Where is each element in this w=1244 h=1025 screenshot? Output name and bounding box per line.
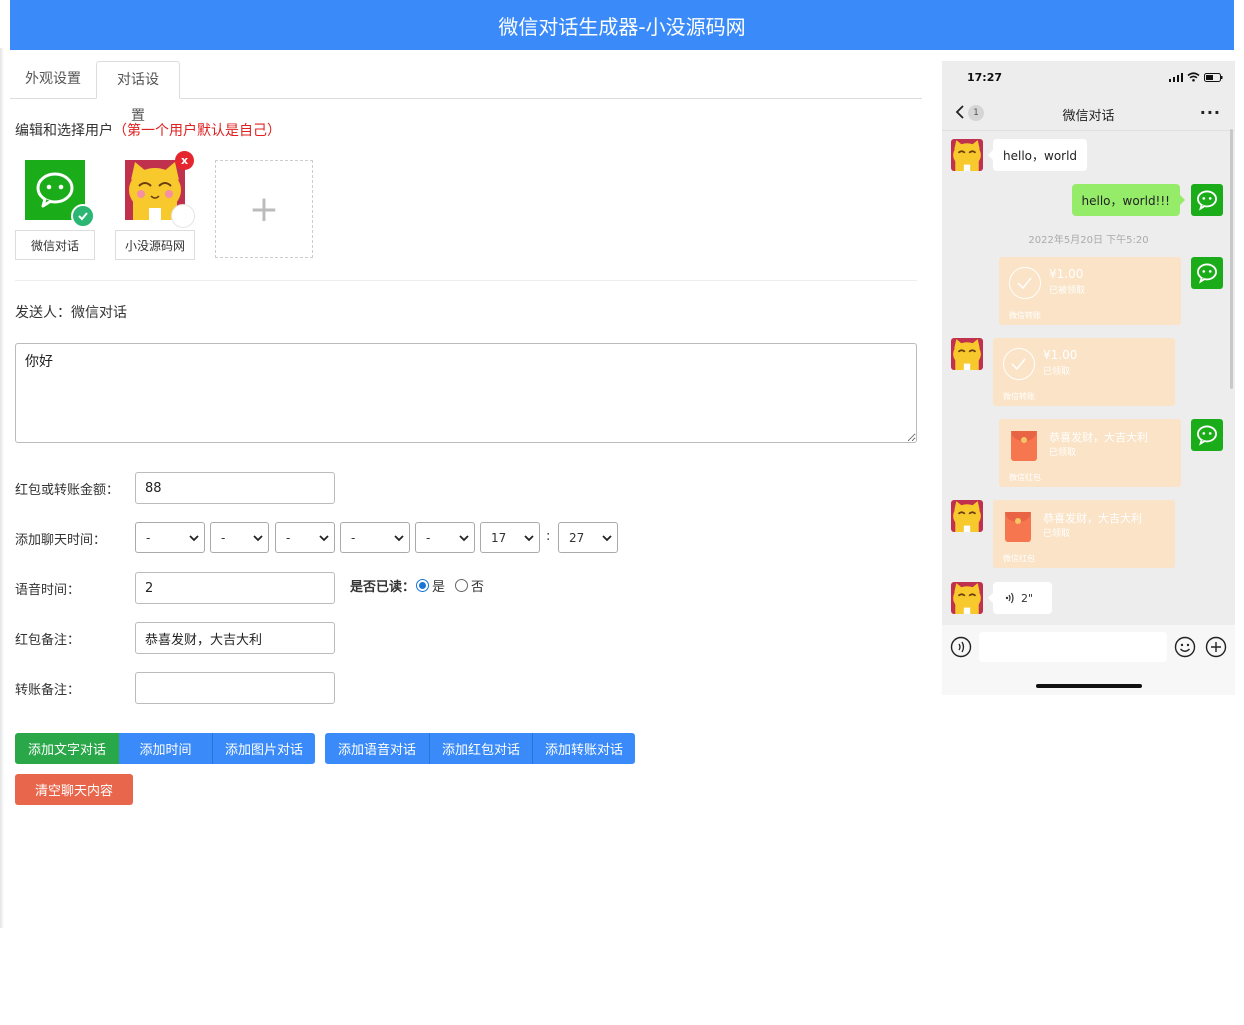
transfer-note-input[interactable] <box>135 672 335 704</box>
user-name[interactable]: 微信对话 <box>15 230 95 260</box>
transfer-card: ¥1.00 已被领取 微信转账 <box>999 257 1181 325</box>
add-voice-button[interactable]: 添加语音对话 <box>325 733 429 764</box>
add-plus-icon[interactable] <box>1205 636 1227 658</box>
chevron-down-icon <box>319 534 329 541</box>
chat-input-bar <box>942 625 1235 695</box>
cat-avatar <box>951 500 983 532</box>
cat-avatar <box>951 338 983 370</box>
transfer-card: ¥1.00 已领取 微信转账 <box>993 338 1175 406</box>
time-colon: : <box>546 529 551 544</box>
voice-time-label: 语音时间： <box>15 583 81 598</box>
read-yes-radio[interactable] <box>416 579 429 592</box>
red-envelope-icon <box>1005 512 1031 542</box>
add-image-button[interactable]: 添加图片对话 <box>212 733 315 764</box>
chevron-down-icon <box>189 534 199 541</box>
hongbao-card: 恭喜发财，大吉大利 已领取 微信红包 <box>999 419 1181 487</box>
voice-time-input[interactable] <box>135 572 335 604</box>
tab-dialogue[interactable]: 对话设置 <box>96 61 180 124</box>
amount-label: 红包或转账金额： <box>15 483 120 498</box>
wechat-logo-icon <box>1191 257 1223 289</box>
user-name[interactable]: 小没源码网 <box>115 230 195 260</box>
check-circle-icon <box>1009 267 1041 299</box>
chat-navbar: 1 微信对话 ··· <box>942 95 1235 131</box>
message-textarea[interactable]: 你好 <box>15 343 917 443</box>
voice-wave-icon <box>1005 592 1014 604</box>
add-user-button[interactable]: + <box>215 160 313 258</box>
more-options-icon[interactable]: ··· <box>1200 103 1221 122</box>
signal-icon <box>1169 72 1183 82</box>
settings-tabs: 外观设置 对话设置 <box>10 61 922 124</box>
year-select[interactable]: - <box>135 522 205 553</box>
user-section-note: （第一个用户默认是自己） <box>113 123 281 139</box>
page-edge-shadow <box>0 48 4 928</box>
read-status-label: 是否已读： <box>350 580 416 595</box>
day-select[interactable]: - <box>275 522 335 553</box>
sender-name: 微信对话 <box>71 305 127 321</box>
add-text-button[interactable]: 添加文字对话 <box>15 733 119 764</box>
wechat-logo-icon <box>1191 184 1223 216</box>
hongbao-note-input[interactable] <box>135 622 335 654</box>
transfer-note-label: 转账备注： <box>15 683 81 698</box>
chevron-down-icon <box>459 534 469 541</box>
chevron-down-icon <box>524 534 534 541</box>
voice-bubble: 2" <box>988 582 1052 614</box>
hongbao-note-label: 红包备注： <box>15 633 81 648</box>
plus-icon: + <box>248 188 280 230</box>
selected-check-icon <box>71 204 95 228</box>
amount-input[interactable] <box>135 472 335 504</box>
tab-appearance[interactable]: 外观设置 <box>10 61 96 99</box>
add-transfer-button[interactable]: 添加转账对话 <box>532 733 635 764</box>
read-no-radio[interactable] <box>455 579 468 592</box>
clear-chat-button[interactable]: 清空聊天内容 <box>15 774 133 805</box>
home-indicator <box>1036 684 1142 688</box>
page-header: 微信对话生成器-小没源码网 <box>10 0 1234 50</box>
wifi-icon <box>1187 72 1200 82</box>
time-label: 添加聊天时间： <box>15 533 107 548</box>
add-time-button[interactable]: 添加时间 <box>119 733 212 764</box>
cat-avatar <box>951 582 983 614</box>
minute-select[interactable]: 27 <box>558 522 618 553</box>
sender-line: 发送人：微信对话 <box>15 305 127 321</box>
user-section-label: 编辑和选择用户（第一个用户默认是自己） <box>15 123 281 139</box>
chat-title: 微信对话 <box>1062 109 1115 124</box>
scrollbar[interactable] <box>1230 129 1233 389</box>
month-select[interactable]: - <box>210 522 269 553</box>
read-no-label: 否 <box>471 580 485 595</box>
emoji-icon[interactable] <box>1174 636 1196 658</box>
wechat-logo-icon <box>1191 419 1223 451</box>
chat-bubble: hello，world <box>987 139 1088 171</box>
chat-text-field[interactable] <box>979 632 1167 662</box>
weekday-select[interactable]: - <box>340 522 410 553</box>
red-envelope-icon <box>1011 431 1037 461</box>
chat-timestamp: 2022年5月20日 下午5:20 <box>1028 235 1149 246</box>
delete-user-button[interactable]: x <box>175 151 194 170</box>
check-circle-icon <box>1003 348 1035 380</box>
hour-select[interactable]: 17 <box>480 522 540 553</box>
battery-icon <box>1204 72 1223 82</box>
cat-avatar <box>951 139 983 171</box>
chevron-down-icon <box>394 534 404 541</box>
hongbao-card: 恭喜发财，大吉大利 已领取 微信红包 <box>993 500 1175 568</box>
add-hongbao-button[interactable]: 添加红包对话 <box>429 733 532 764</box>
read-yes-label: 是 <box>432 580 446 595</box>
page-title: 微信对话生成器-小没源码网 <box>498 14 746 39</box>
status-bar: 17:27 <box>942 61 1235 95</box>
status-time: 17:27 <box>967 71 1003 84</box>
phone-preview: 17:27 1 微信对话 ··· hello，world hello，world… <box>942 61 1235 695</box>
divider <box>15 280 917 281</box>
chevron-down-icon <box>602 534 612 541</box>
ampm-select[interactable]: - <box>415 522 475 553</box>
chat-bubble: hello，world!!! <box>1071 184 1186 216</box>
unselected-indicator <box>171 204 195 228</box>
voice-input-icon[interactable] <box>950 636 972 658</box>
chevron-down-icon <box>253 534 263 541</box>
